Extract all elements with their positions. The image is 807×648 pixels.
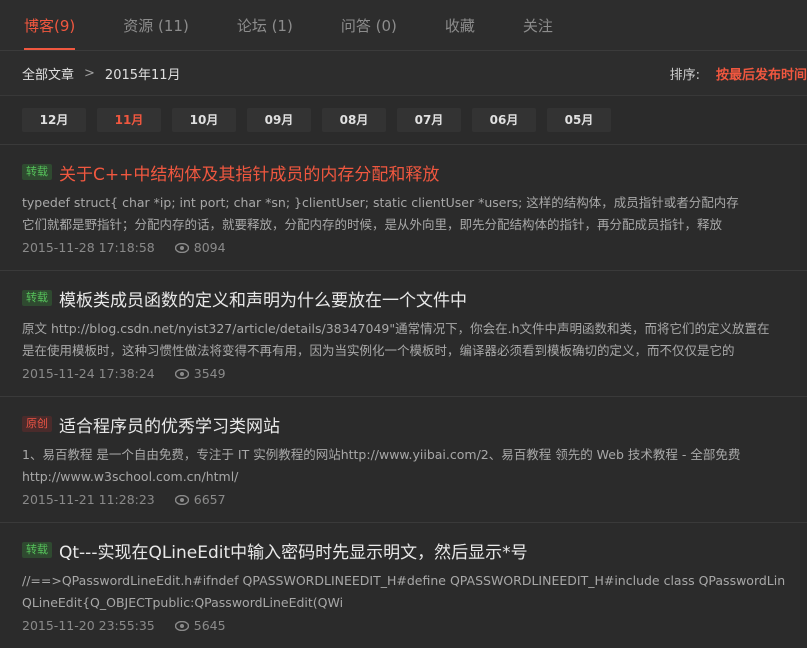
article-date: 2015-11-21 11:28:23 [22,492,155,507]
sort-by-latest-button[interactable]: 按最后发布时间 [716,64,807,83]
view-count-value: 5645 [193,618,226,633]
month-button-07[interactable]: 07月 [397,108,461,132]
article-summary: 1、易百教程 是一个自由免费，专注于 IT 实例教程的网站http://www.… [22,444,807,488]
profile-tabs: 博客(9) 资源 (11) 论坛 (1) 问答 (0) 收藏 关注 [0,0,807,51]
article-summary: 原文 http://blog.csdn.net/nyist327/article… [22,318,807,362]
tab-qa[interactable]: 问答 (0) [317,0,421,50]
tab-forum[interactable]: 论坛 (1) [213,0,317,50]
month-button-10[interactable]: 10月 [172,108,236,132]
summary-line: //==>QPasswordLineEdit.h#ifndef QPASSWOR… [22,573,786,588]
breadcrumb-separator: > [84,65,95,81]
summary-line: http://www.w3school.com.cn/html/ [22,469,239,484]
article-date: 2015-11-20 23:55:35 [22,618,155,633]
eye-icon [174,368,189,379]
eye-icon [174,620,189,631]
month-button-08[interactable]: 08月 [322,108,386,132]
article-date: 2015-11-24 17:38:24 [22,366,155,381]
sort-label: 排序: [669,67,700,83]
summary-line: 原文 http://blog.csdn.net/nyist327/article… [22,321,770,336]
tab-blog[interactable]: 博客(9) [0,0,99,50]
article-title-link[interactable]: 模板类成员函数的定义和声明为什么要放在一个文件中 [59,286,467,311]
repost-badge: 转载 [22,290,52,306]
month-button-06[interactable]: 06月 [472,108,536,132]
summary-line: typedef struct{ char *ip; int port; char… [22,195,739,210]
tab-resources[interactable]: 资源 (11) [99,0,213,50]
view-count-value: 3549 [193,366,226,381]
view-count: 5645 [174,618,226,633]
article-summary: //==>QPasswordLineEdit.h#ifndef QPASSWOR… [22,570,807,614]
article-item: 转载 关于C++中结构体及其指针成员的内存分配和释放 typedef struc… [0,144,807,270]
article-title-link[interactable]: 适合程序员的优秀学习类网站 [59,412,280,437]
sort-control: 排序: 按最后发布时间 [670,51,807,95]
breadcrumb-all-articles[interactable]: 全部文章 [22,64,74,83]
article-title-link[interactable]: Qt---实现在QLineEdit中输入密码时先显示明文，然后显示*号 [59,538,528,563]
repost-badge: 转载 [22,542,52,558]
article-item: 原创 适合程序员的优秀学习类网站 1、易百教程 是一个自由免费，专注于 IT 实… [0,396,807,522]
view-count: 3549 [174,366,226,381]
breadcrumb-current: 2015年11月 [104,67,181,83]
view-count-value: 8094 [193,240,226,255]
view-count: 6657 [174,492,226,507]
month-button-05[interactable]: 05月 [547,108,611,132]
month-button-11[interactable]: 11月 [97,108,161,132]
original-badge: 原创 [22,416,52,432]
eye-icon [174,494,189,505]
eye-icon [174,242,189,253]
view-count-value: 6657 [193,492,226,507]
article-title-link[interactable]: 关于C++中结构体及其指针成员的内存分配和释放 [59,160,439,185]
article-item: 转载 Qt---实现在QLineEdit中输入密码时先显示明文，然后显示*号 /… [0,522,807,648]
view-count: 8094 [174,240,226,255]
filter-bar: 全部文章 > 2015年11月 排序: 按最后发布时间 [0,51,807,96]
tab-favorites[interactable]: 收藏 [421,0,499,50]
month-button-12[interactable]: 12月 [22,108,86,132]
article-summary: typedef struct{ char *ip; int port; char… [22,192,807,236]
month-filter: 12月 11月 10月 09月 08月 07月 06月 05月 [0,96,807,144]
summary-line: 它们就都是野指针；分配内存的话，就要释放，分配内存的时候，是从外向里，即先分配结… [22,217,723,232]
tab-following[interactable]: 关注 [499,0,577,50]
summary-line: 1、易百教程 是一个自由免费，专注于 IT 实例教程的网站http://www.… [22,447,741,462]
article-date: 2015-11-28 17:18:58 [22,240,155,255]
article-item: 转载 模板类成员函数的定义和声明为什么要放在一个文件中 原文 http://bl… [0,270,807,396]
month-button-09[interactable]: 09月 [247,108,311,132]
summary-line: 是在使用模板时，这种习惯性做法将变得不再有用，因为当实例化一个模板时，编译器必须… [22,343,735,358]
summary-line: QLineEdit{Q_OBJECTpublic:QPasswordLineEd… [22,595,344,610]
repost-badge: 转载 [22,164,52,180]
